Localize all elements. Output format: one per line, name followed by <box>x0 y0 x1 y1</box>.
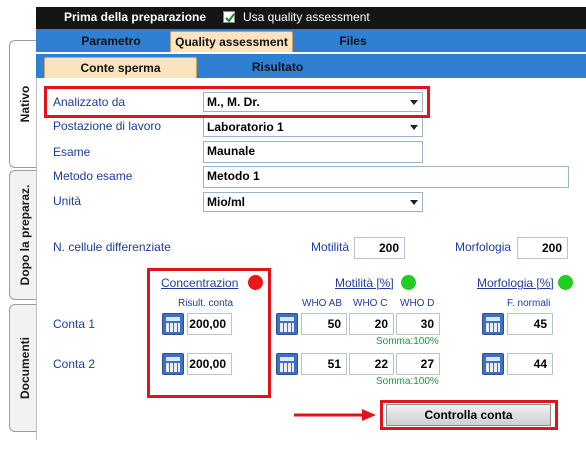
page-title: Prima della preparazione <box>64 10 207 24</box>
morfologia-link[interactable]: Morfologia [%] <box>477 276 554 290</box>
calculator-icon[interactable] <box>276 353 298 375</box>
unita-label: Unità <box>53 194 82 208</box>
quality-assessment-label: Usa quality assessment <box>243 10 370 24</box>
who-c-label: WHO C <box>353 298 388 309</box>
side-tab-nativo[interactable]: Nativo <box>9 40 39 168</box>
header-bar: Prima della preparazione Usa quality ass… <box>36 7 586 29</box>
conta-2-label: Conta 2 <box>53 357 96 371</box>
f-normali-label: F. normali <box>507 298 551 309</box>
chevron-down-icon <box>410 200 418 205</box>
cellule-label: N. cellule differenziate <box>53 240 171 254</box>
side-tab-nativo-label: Nativo <box>17 85 32 123</box>
who-d-conta2-input[interactable]: 27 <box>396 353 440 375</box>
subtab-conte-sperma[interactable]: Conte sperma <box>44 57 197 78</box>
postazione-select[interactable]: Laboratorio 1 <box>203 117 423 137</box>
who-d-conta1-input[interactable]: 30 <box>396 313 440 335</box>
motilita-status-dot <box>401 275 416 290</box>
highlight-box-controlla <box>380 400 558 430</box>
who-ab-conta2-input[interactable]: 51 <box>301 353 347 375</box>
postazione-label: Postazione di lavoro <box>53 119 162 133</box>
unita-select[interactable]: Mio/ml <box>203 192 423 212</box>
arrow-right-icon <box>294 409 376 421</box>
chevron-down-icon <box>410 125 418 130</box>
main-tabs: Parametro Quality assessment Files <box>36 29 586 52</box>
motilita-count-input[interactable]: 200 <box>354 237 405 259</box>
calculator-icon[interactable] <box>482 353 504 375</box>
somma-conta1-label: Somma:100% <box>376 336 439 347</box>
who-c-conta2-input[interactable]: 22 <box>349 353 394 375</box>
side-tab-documenti-label: Documenti <box>17 336 32 400</box>
metodo-input[interactable]: Metodo 1 <box>203 166 569 188</box>
morfologia-conta2-input[interactable]: 44 <box>507 353 553 375</box>
checkmark-icon <box>225 13 235 23</box>
conta-1-label: Conta 1 <box>53 317 96 331</box>
somma-conta2-label: Somma:100% <box>376 376 439 387</box>
who-c-conta1-input[interactable]: 20 <box>349 313 394 335</box>
motilita-link[interactable]: Motilità [%] <box>335 276 394 290</box>
esame-input[interactable]: Maunale <box>203 141 423 163</box>
calculator-icon[interactable] <box>276 313 298 335</box>
tab-parametro[interactable]: Parametro <box>56 31 166 52</box>
quality-assessment-checkbox[interactable] <box>223 11 235 23</box>
metodo-label: Metodo esame <box>53 169 133 183</box>
who-ab-conta1-input[interactable]: 50 <box>301 313 347 335</box>
side-tab-documenti[interactable]: Documenti <box>9 304 39 432</box>
morfologia-count-label: Morfologia <box>455 240 512 254</box>
highlight-box-concentrazione <box>147 268 271 398</box>
motilita-count-label: Motilità <box>311 240 350 254</box>
tab-quality-assessment[interactable]: Quality assessment <box>170 31 293 52</box>
highlight-box-analizzato <box>44 86 430 118</box>
subtab-risultato[interactable]: Risultato <box>201 57 354 78</box>
postazione-value: Laboratorio 1 <box>207 120 284 134</box>
sub-tabs: Conte sperma Risultato <box>36 54 586 78</box>
unita-value: Mio/ml <box>207 195 245 209</box>
side-tab-dopo-label: Dopo la preparaz. <box>17 184 32 286</box>
calculator-icon[interactable] <box>482 313 504 335</box>
tab-files[interactable]: Files <box>298 31 408 52</box>
who-ab-label: WHO AB <box>302 298 343 309</box>
side-tab-dopo-la-preparazione[interactable]: Dopo la preparaz. <box>9 170 39 300</box>
esame-label: Esame <box>53 145 91 159</box>
morfologia-count-input[interactable]: 200 <box>517 237 568 259</box>
morfologia-status-dot <box>558 275 573 290</box>
who-d-label: WHO D <box>400 298 435 309</box>
morfologia-conta1-input[interactable]: 45 <box>507 313 553 335</box>
